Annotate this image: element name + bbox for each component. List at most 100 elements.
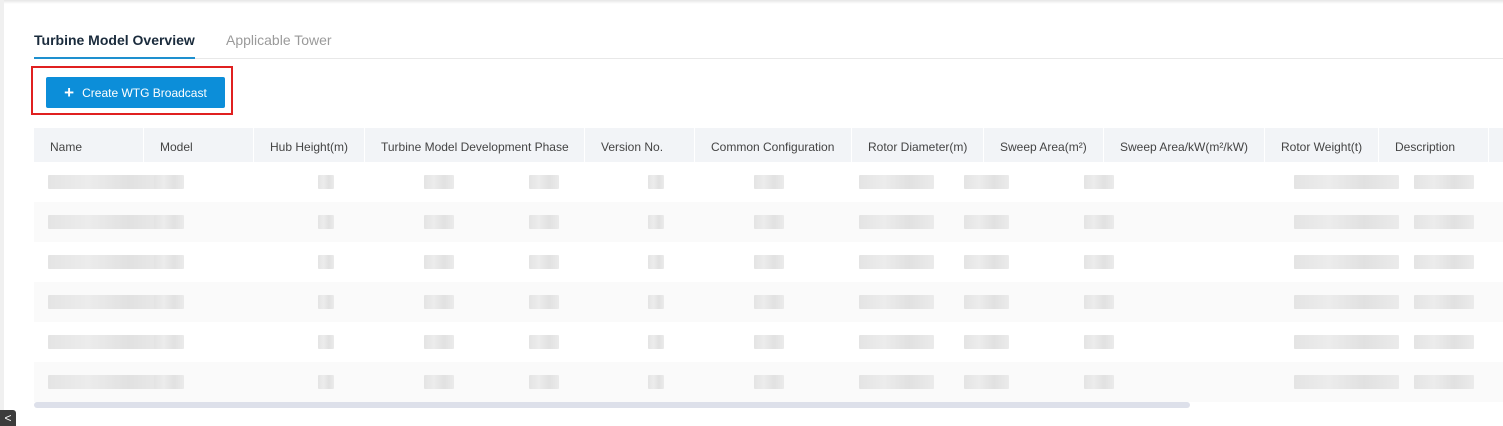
obscured-cell (1084, 175, 1114, 189)
plus-icon: + (64, 83, 75, 102)
obscured-cell (48, 215, 168, 229)
obscured-cell (1294, 375, 1399, 389)
obscured-cell (318, 175, 334, 189)
table-header: Name Model Hub Height(m) Turbine Model D… (34, 128, 1503, 162)
column-header-sweep-area-per-kw[interactable]: Sweep Area/kW(m²/kW) (1104, 128, 1265, 162)
obscured-cell (1084, 215, 1114, 229)
obscured-cell (318, 375, 334, 389)
horizontal-scrollbar[interactable] (34, 402, 1190, 408)
obscured-cell (424, 295, 454, 309)
top-shadow (0, 0, 1503, 4)
obscured-cell (529, 255, 559, 269)
obscured-cell (48, 335, 168, 349)
obscured-cell (1294, 295, 1399, 309)
obscured-cell (154, 375, 184, 389)
obscured-cell (1294, 255, 1399, 269)
column-header-sweep-area[interactable]: Sweep Area(m²) (984, 128, 1104, 162)
left-sidebar-edge (0, 0, 4, 426)
obscured-cell (318, 295, 334, 309)
obscured-cell (648, 175, 664, 189)
column-header-name[interactable]: Name (34, 128, 144, 162)
obscured-cell (1414, 175, 1474, 189)
obscured-cell (1414, 215, 1474, 229)
obscured-cell (48, 375, 168, 389)
turbine-model-table: Name Model Hub Height(m) Turbine Model D… (34, 128, 1503, 408)
column-header-rotor-diameter[interactable]: Rotor Diameter(m) (852, 128, 984, 162)
tab-bar: Turbine Model Overview Applicable Tower (34, 26, 1503, 59)
obscured-cell (1414, 375, 1474, 389)
table-row[interactable] (34, 282, 1503, 322)
obscured-cell (648, 375, 664, 389)
obscured-cell (424, 255, 454, 269)
tab-applicable-tower[interactable]: Applicable Tower (226, 32, 332, 57)
obscured-cell (529, 215, 559, 229)
obscured-cell (424, 175, 454, 189)
obscured-cell (1294, 215, 1399, 229)
table-row[interactable] (34, 242, 1503, 282)
obscured-cell (964, 295, 1009, 309)
obscured-cell (48, 175, 168, 189)
obscured-cell (48, 255, 168, 269)
obscured-cell (154, 335, 184, 349)
obscured-cell (1414, 295, 1474, 309)
obscured-cell (424, 215, 454, 229)
obscured-cell (859, 335, 934, 349)
obscured-cell (964, 215, 1009, 229)
obscured-cell (48, 295, 168, 309)
column-header-rotor-weight[interactable]: Rotor Weight(t) (1265, 128, 1379, 162)
obscured-cell (754, 335, 784, 349)
obscured-cell (529, 375, 559, 389)
obscured-cell (318, 335, 334, 349)
obscured-cell (964, 175, 1009, 189)
obscured-cell (1084, 335, 1114, 349)
obscured-cell (859, 255, 934, 269)
obscured-cell (964, 375, 1009, 389)
obscured-cell (1084, 255, 1114, 269)
obscured-cell (754, 295, 784, 309)
obscured-cell (1084, 295, 1114, 309)
table-row[interactable] (34, 202, 1503, 242)
obscured-cell (648, 335, 664, 349)
obscured-cell (754, 175, 784, 189)
obscured-cell (859, 375, 934, 389)
obscured-cell (1414, 255, 1474, 269)
obscured-cell (648, 255, 664, 269)
column-header-common-configuration[interactable]: Common Configuration (695, 128, 852, 162)
tab-turbine-model-overview[interactable]: Turbine Model Overview (34, 32, 195, 59)
obscured-cell (1084, 375, 1114, 389)
obscured-cell (1414, 335, 1474, 349)
obscured-cell (964, 335, 1009, 349)
obscured-cell (754, 255, 784, 269)
obscured-cell (154, 215, 184, 229)
column-header-development-phase[interactable]: Turbine Model Development Phase (365, 128, 585, 162)
obscured-cell (964, 255, 1009, 269)
create-wtg-broadcast-button[interactable]: + Create WTG Broadcast (46, 77, 225, 108)
obscured-cell (318, 215, 334, 229)
obscured-cell (529, 295, 559, 309)
obscured-cell (154, 295, 184, 309)
obscured-cell (859, 295, 934, 309)
obscured-cell (154, 175, 184, 189)
create-button-label: Create WTG Broadcast (82, 85, 207, 100)
table-row[interactable] (34, 322, 1503, 362)
obscured-cell (754, 215, 784, 229)
column-header-version-no[interactable]: Version No. (585, 128, 695, 162)
obscured-cell (754, 375, 784, 389)
column-header-hub-height[interactable]: Hub Height(m) (254, 128, 365, 162)
table-row[interactable] (34, 362, 1503, 402)
chevron-left-icon[interactable]: < (0, 410, 16, 426)
obscured-cell (424, 335, 454, 349)
table-row[interactable] (34, 162, 1503, 202)
obscured-cell (859, 175, 934, 189)
obscured-cell (529, 175, 559, 189)
obscured-cell (318, 255, 334, 269)
column-header-model[interactable]: Model (144, 128, 254, 162)
obscured-cell (1294, 175, 1399, 189)
obscured-cell (859, 215, 934, 229)
column-header-description[interactable]: Description (1379, 128, 1489, 162)
obscured-cell (1294, 335, 1399, 349)
obscured-cell (424, 375, 454, 389)
obscured-cell (154, 255, 184, 269)
obscured-cell (529, 335, 559, 349)
obscured-cell (648, 215, 664, 229)
